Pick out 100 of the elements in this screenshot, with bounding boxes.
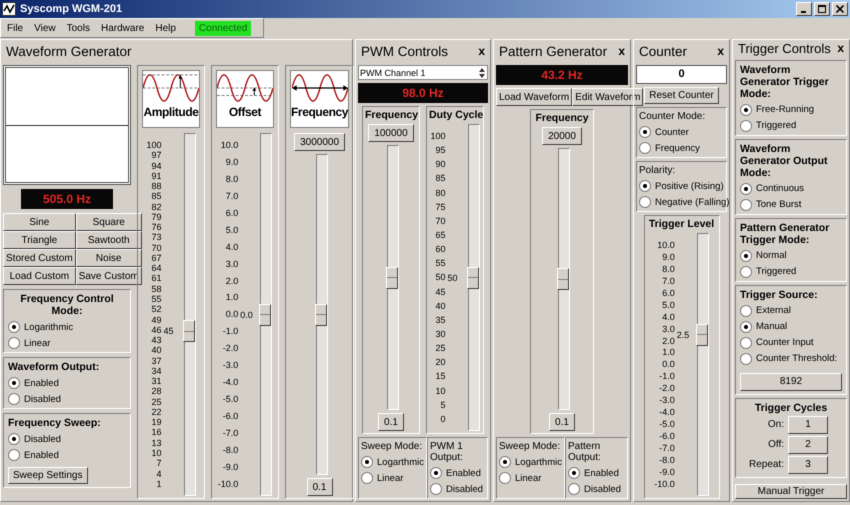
radio-button[interactable] — [740, 182, 752, 194]
menu-item[interactable]: File — [7, 22, 24, 34]
slider-thumb[interactable] — [259, 304, 272, 326]
tick-label: 25 — [150, 396, 162, 407]
slider-thumb[interactable] — [466, 266, 479, 288]
radio-button[interactable] — [740, 198, 752, 210]
slider-thumb[interactable] — [182, 320, 195, 342]
slider-thumb[interactable] — [557, 268, 569, 290]
tick-label: 8.0 — [661, 264, 675, 274]
min-value-button[interactable]: 0.1 — [306, 478, 332, 496]
max-value-button[interactable]: 100000 — [368, 124, 414, 142]
tick-label: 10.0 — [656, 240, 675, 250]
waveform-button[interactable]: Sine — [3, 213, 76, 231]
radio-button[interactable] — [8, 321, 20, 333]
reset-counter-button[interactable]: Reset Counter — [644, 87, 719, 104]
menu-item[interactable]: Tools — [66, 22, 90, 34]
radio-button[interactable] — [740, 320, 752, 332]
waveform-file-button[interactable]: Edit Waveform — [572, 88, 644, 106]
radio-button[interactable] — [740, 250, 752, 262]
group-title: Trigger Cycles — [754, 402, 828, 414]
radio-button[interactable] — [430, 467, 442, 479]
radio-button[interactable] — [8, 433, 20, 445]
tick-label: 88 — [150, 181, 162, 192]
tick-label: 45 — [434, 286, 446, 297]
radio-button[interactable] — [740, 352, 752, 364]
tick-label: -5.0 — [658, 419, 675, 430]
waveform-button[interactable]: Triangle — [3, 231, 76, 249]
tick-label: 6.0 — [661, 288, 675, 298]
tick-label: 70 — [434, 216, 446, 226]
count-display: 0 — [636, 65, 727, 84]
tick-label: 10.0 — [220, 140, 238, 150]
max-value-button[interactable]: 20000 — [542, 127, 582, 145]
radio-button[interactable] — [8, 377, 20, 389]
radio-button[interactable] — [8, 449, 20, 461]
tick-label: -1.0 — [222, 326, 238, 336]
maximize-button[interactable] — [814, 2, 830, 16]
tick-label: 40 — [150, 345, 162, 356]
radio-button[interactable] — [361, 472, 373, 484]
waveform-button[interactable]: Stored Custom — [3, 249, 76, 267]
menu-item[interactable]: View — [34, 22, 56, 34]
radio-button[interactable] — [740, 336, 752, 348]
radio-button[interactable] — [740, 120, 752, 132]
radio-button[interactable] — [361, 456, 373, 468]
sweep-settings-button[interactable]: Sweep Settings — [8, 467, 88, 484]
radio-button[interactable] — [568, 483, 580, 495]
min-value-button[interactable]: 0.1 — [549, 413, 575, 431]
radio-button[interactable] — [430, 483, 442, 495]
radio-label: Enabled — [584, 468, 619, 478]
tick-label: 31 — [150, 376, 162, 386]
radio-button[interactable] — [499, 456, 511, 468]
menu-item[interactable]: Hardware — [100, 22, 144, 34]
radio-button[interactable] — [740, 266, 752, 278]
tick-label: 97 — [150, 150, 162, 160]
radio-button[interactable] — [639, 196, 651, 208]
radio-button[interactable] — [639, 142, 651, 154]
cycle-label: Repeat: — [748, 459, 784, 470]
cycle-value-button[interactable]: 3 — [788, 456, 828, 474]
manual-trigger-button[interactable]: Manual Trigger — [735, 484, 847, 499]
radio-button[interactable] — [499, 472, 511, 484]
waveform-button[interactable]: Square — [76, 213, 142, 231]
slider-thumb[interactable] — [386, 266, 398, 288]
radio-label: Triggered — [756, 120, 796, 131]
tick-label: 49 — [150, 314, 162, 325]
tick-label: -1.0 — [658, 371, 675, 382]
close-panel-button[interactable]: x — [618, 44, 625, 58]
channel-select[interactable]: PWM Channel 1 — [358, 65, 488, 80]
radio-label: Enabled — [446, 468, 481, 478]
threshold-button[interactable]: 8192 — [740, 372, 842, 390]
minimize-button[interactable] — [796, 2, 812, 16]
close-button[interactable] — [832, 2, 848, 16]
waveform-button[interactable]: Load Custom — [3, 267, 76, 285]
waveform-button[interactable]: Noise — [76, 249, 142, 267]
radio-button[interactable] — [8, 337, 20, 349]
radio-button[interactable] — [740, 304, 752, 316]
radio-button[interactable] — [639, 180, 651, 192]
radio-button[interactable] — [740, 104, 752, 116]
tick-label: -9.0 — [658, 466, 675, 477]
tick-label: -10.0 — [654, 478, 675, 489]
tick-label: -7.0 — [222, 428, 238, 438]
close-panel-button[interactable]: x — [717, 44, 724, 58]
max-value-button[interactable]: 3000000 — [294, 133, 346, 151]
radio-label: Linear — [515, 472, 542, 484]
panel-title: Waveform Generator — [6, 44, 132, 58]
waveform-file-button[interactable]: Load Waveform — [496, 88, 572, 106]
sine-wave-icon — [217, 71, 273, 105]
cycle-value-button[interactable]: 2 — [788, 436, 828, 454]
close-panel-button[interactable]: x — [837, 41, 844, 56]
radio-button[interactable] — [568, 467, 580, 479]
tick-label: 20 — [434, 357, 446, 368]
group-title: Frequency Sweep: — [8, 417, 102, 429]
cycle-value-button[interactable]: 1 — [788, 416, 828, 434]
tick-label: -2.0 — [658, 383, 675, 394]
slider-thumb[interactable] — [696, 324, 708, 346]
slider-thumb[interactable] — [314, 304, 327, 326]
waveform-button[interactable]: Sawtooth — [76, 231, 142, 249]
menu-item[interactable]: Help — [155, 22, 176, 34]
radio-button[interactable] — [639, 126, 651, 138]
radio-button[interactable] — [8, 393, 20, 405]
close-panel-button[interactable]: x — [478, 44, 485, 58]
min-value-button[interactable]: 0.1 — [378, 413, 404, 431]
